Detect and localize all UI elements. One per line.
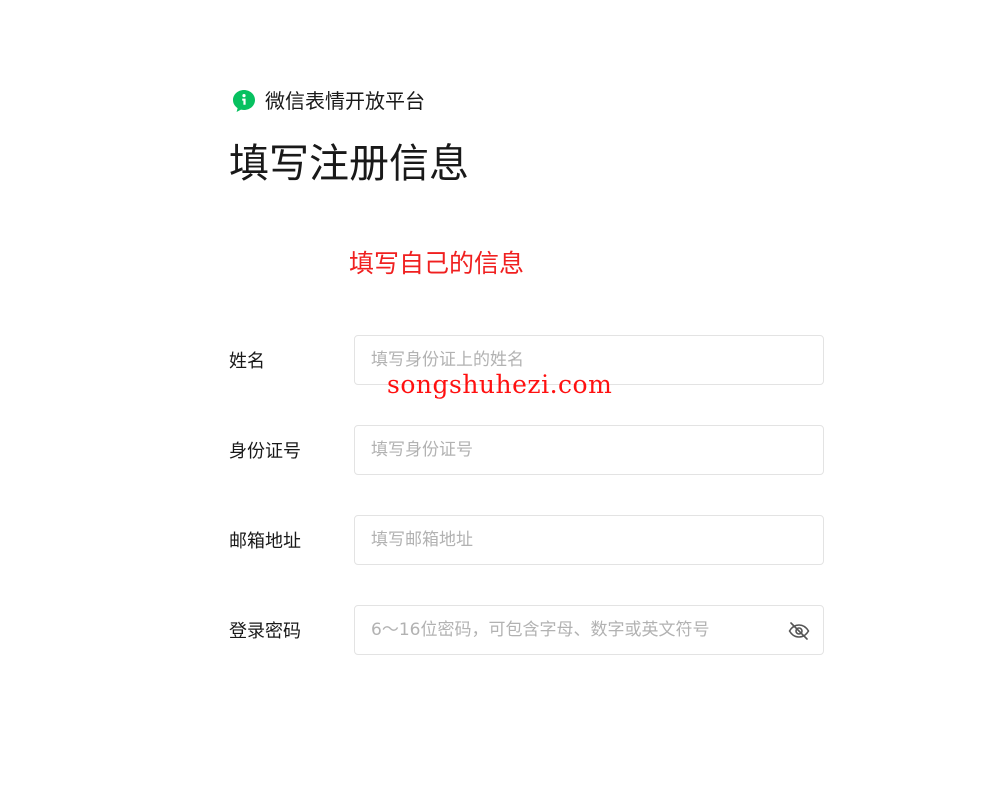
password-label: 登录密码 [229,621,301,642]
form-row-id-number: 身份证号 [229,425,825,475]
eye-slash-icon[interactable] [787,619,811,643]
page-title: 填写注册信息 [229,141,469,187]
brand: 微信表情开放平台 [231,88,425,114]
id-number-field-box [354,425,824,475]
email-field-box [354,515,824,565]
wechat-sticker-logo-icon [231,88,257,114]
password-input[interactable] [355,606,823,654]
name-label: 姓名 [229,351,265,372]
id-number-label: 身份证号 [229,441,301,462]
watermark-text: songshuhezi.com [387,370,613,399]
form-row-email: 邮箱地址 [229,515,825,565]
brand-name: 微信表情开放平台 [265,89,425,113]
id-number-input[interactable] [355,426,823,474]
annotation-text: 填写自己的信息 [349,249,525,278]
email-label: 邮箱地址 [229,531,301,552]
form-row-password: 登录密码 [229,605,825,655]
email-input[interactable] [355,516,823,564]
password-field-box [354,605,824,655]
